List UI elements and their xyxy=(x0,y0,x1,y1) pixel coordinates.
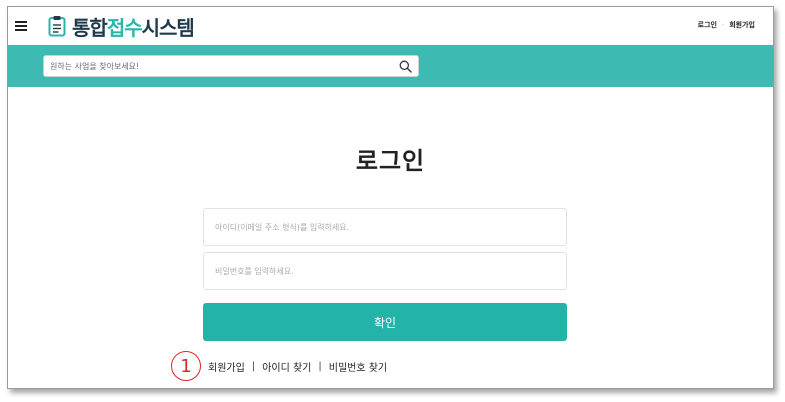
step-marker: 1 xyxy=(171,351,201,381)
header: 통합접수시스템 로그인 · 회원가입 xyxy=(8,7,773,45)
signup-link[interactable]: 회원가입 xyxy=(208,359,245,374)
top-login-link[interactable]: 로그인 xyxy=(698,20,717,30)
find-id-link[interactable]: 아이디 찾기 xyxy=(262,359,311,374)
search-box xyxy=(43,55,419,77)
browser-frame: 통합접수시스템 로그인 · 회원가입 로그인 확인 1 회원가입 | 아이디 찾… xyxy=(7,6,774,389)
logo-text: 통합접수시스템 xyxy=(72,12,195,41)
page-title: 로그인 xyxy=(355,147,426,175)
top-nav-links: 로그인 · 회원가입 xyxy=(698,20,755,30)
clipboard-icon xyxy=(48,16,66,37)
top-links-separator: · xyxy=(722,21,725,29)
site-logo[interactable]: 통합접수시스템 xyxy=(48,12,195,41)
search-band xyxy=(8,45,773,87)
id-field-box xyxy=(203,208,567,246)
search-icon[interactable] xyxy=(399,60,412,73)
top-signup-link[interactable]: 회원가입 xyxy=(729,20,755,30)
logo-text-part3: 시스템 xyxy=(141,15,195,40)
find-password-link[interactable]: 비밀번호 찾기 xyxy=(329,359,387,374)
id-input[interactable] xyxy=(204,209,566,245)
link-divider: | xyxy=(318,360,322,372)
logo-text-part1: 통합 xyxy=(72,15,108,40)
link-divider: | xyxy=(251,360,256,372)
password-input[interactable] xyxy=(204,253,566,289)
search-input[interactable] xyxy=(50,59,390,74)
logo-text-part2: 접수 xyxy=(106,15,143,40)
password-field-box xyxy=(203,252,567,290)
confirm-button[interactable]: 확인 xyxy=(203,303,567,341)
account-links: 1 회원가입 | 아이디 찾기 | 비밀번호 찾기 xyxy=(171,351,387,381)
hamburger-icon[interactable] xyxy=(15,21,27,31)
